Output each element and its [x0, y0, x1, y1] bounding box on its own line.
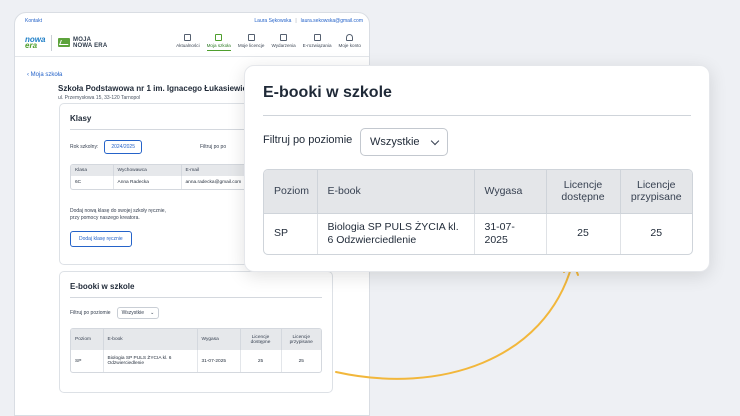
table-row[interactable]: SP Biologia SP PULS ŻYCIA kl. 6 Odzwierc… — [264, 213, 692, 254]
ebooks-title: E-booki w szkole — [263, 84, 392, 101]
level-filter-select[interactable]: Wszystkie — [360, 128, 448, 156]
col-wygasa: Wygasa — [474, 170, 547, 214]
cell-dostepne: 25 — [546, 213, 621, 254]
cell-przypisane: 25 — [650, 227, 663, 240]
table-header: Poziom E-book Wygasa Licencje dostępne L… — [264, 170, 692, 214]
cell-wygasa: 31-07-2025 — [474, 213, 547, 254]
col-poziom: Poziom — [264, 170, 318, 214]
level-filter-value: Wszystkie — [370, 136, 420, 148]
ebooks-zoom-panel: E-booki w szkole Filtruj po poziomie Wsz… — [244, 65, 710, 272]
chevron-down-icon — [430, 136, 440, 145]
col-przypisane: Licencje przypisane — [620, 170, 692, 214]
ebooks-table: Poziom E-book Wygasa Licencje dostępne L… — [263, 169, 693, 255]
col-ebook: E-book — [317, 170, 475, 214]
col-dostepne: Licencje dostępne — [546, 170, 621, 214]
cell-poziom: SP — [264, 213, 318, 254]
title-divider — [263, 115, 691, 116]
arrow-curve — [335, 264, 573, 380]
ebooks-filter-label: Filtruj po poziomie — [263, 134, 353, 146]
cell-ebook: Biologia SP PULS ŻYCIA kl. 6 Odzwiercied… — [317, 213, 475, 254]
